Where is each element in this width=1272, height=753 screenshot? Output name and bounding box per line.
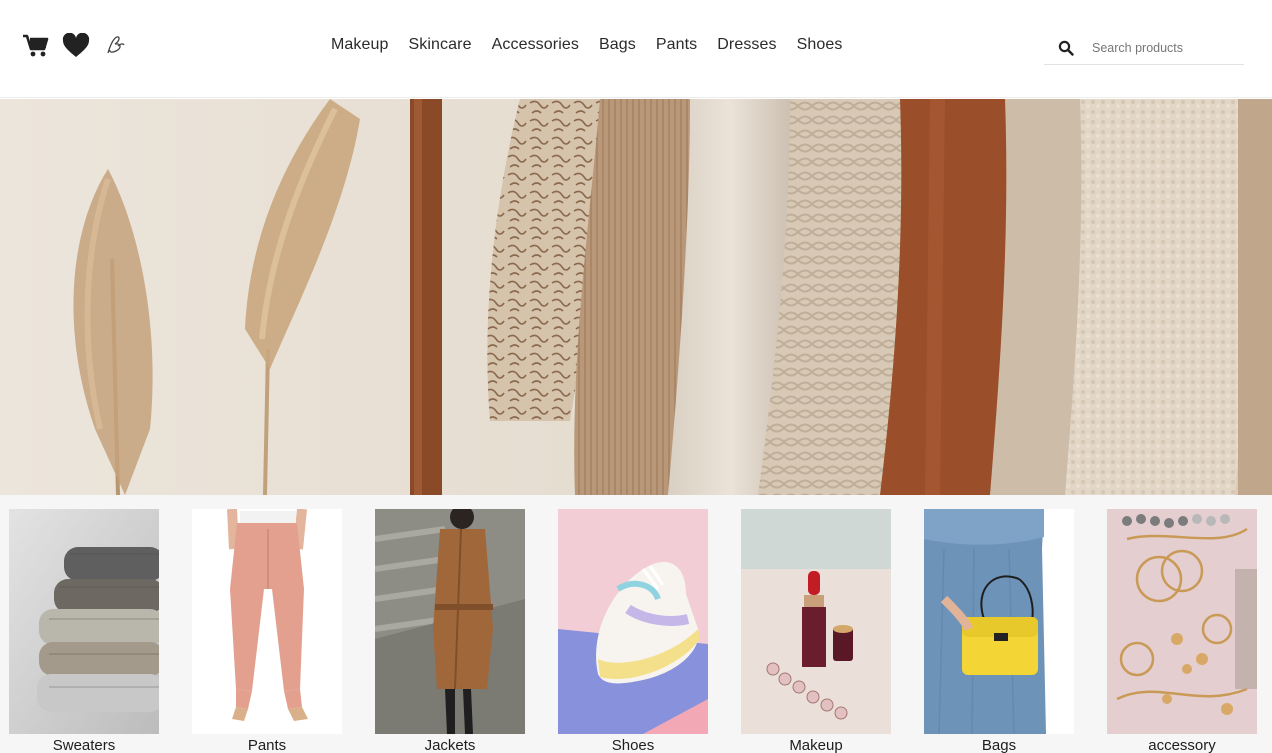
nav-item-pants[interactable]: Pants xyxy=(656,36,697,54)
search-bar xyxy=(1044,32,1244,65)
cart-icon[interactable] xyxy=(22,33,50,59)
nav-item-bags[interactable]: Bags xyxy=(599,36,636,54)
category-image-bags[interactable] xyxy=(924,509,1074,734)
category-card-pants[interactable]: Pants xyxy=(192,509,342,753)
nav-item-skincare[interactable]: Skincare xyxy=(409,36,472,54)
category-label-pants[interactable]: Pants xyxy=(192,737,342,753)
category-card-accessory[interactable]: accessory xyxy=(1107,509,1257,753)
category-image-shoes[interactable] xyxy=(558,509,708,734)
category-label-shoes[interactable]: Shoes xyxy=(558,737,708,753)
search-icon[interactable] xyxy=(1058,40,1074,56)
category-card-shoes[interactable]: Shoes xyxy=(558,509,708,753)
category-strip: Sweaters Pants Jackets Shoes Makeup Bags… xyxy=(0,495,1272,753)
hero-banner-image xyxy=(0,99,1272,495)
category-card-bags[interactable]: Bags xyxy=(924,509,1074,753)
category-label-sweaters[interactable]: Sweaters xyxy=(9,737,159,753)
category-label-makeup[interactable]: Makeup xyxy=(741,737,891,753)
nav-item-makeup[interactable]: Makeup xyxy=(331,36,389,54)
category-label-bags[interactable]: Bags xyxy=(924,737,1074,753)
category-image-jackets[interactable] xyxy=(375,509,525,734)
logo-icon[interactable] xyxy=(102,33,128,59)
site-header: Makeup Skincare Accessories Bags Pants D… xyxy=(0,0,1272,98)
search-input[interactable] xyxy=(1092,41,1232,55)
nav-item-shoes[interactable]: Shoes xyxy=(797,36,843,54)
category-label-jackets[interactable]: Jackets xyxy=(375,737,525,753)
category-image-makeup[interactable] xyxy=(741,509,891,734)
heart-icon[interactable] xyxy=(62,32,90,59)
category-image-sweaters[interactable] xyxy=(9,509,159,734)
header-icons xyxy=(22,32,128,59)
category-image-accessory[interactable] xyxy=(1107,509,1257,734)
category-card-sweaters[interactable]: Sweaters xyxy=(9,509,159,753)
category-image-pants[interactable] xyxy=(192,509,342,734)
category-card-makeup[interactable]: Makeup xyxy=(741,509,891,753)
main-nav: Makeup Skincare Accessories Bags Pants D… xyxy=(331,36,843,54)
nav-item-accessories[interactable]: Accessories xyxy=(492,36,579,54)
category-card-jackets[interactable]: Jackets xyxy=(375,509,525,753)
category-label-accessory[interactable]: accessory xyxy=(1107,737,1257,753)
nav-item-dresses[interactable]: Dresses xyxy=(717,36,776,54)
